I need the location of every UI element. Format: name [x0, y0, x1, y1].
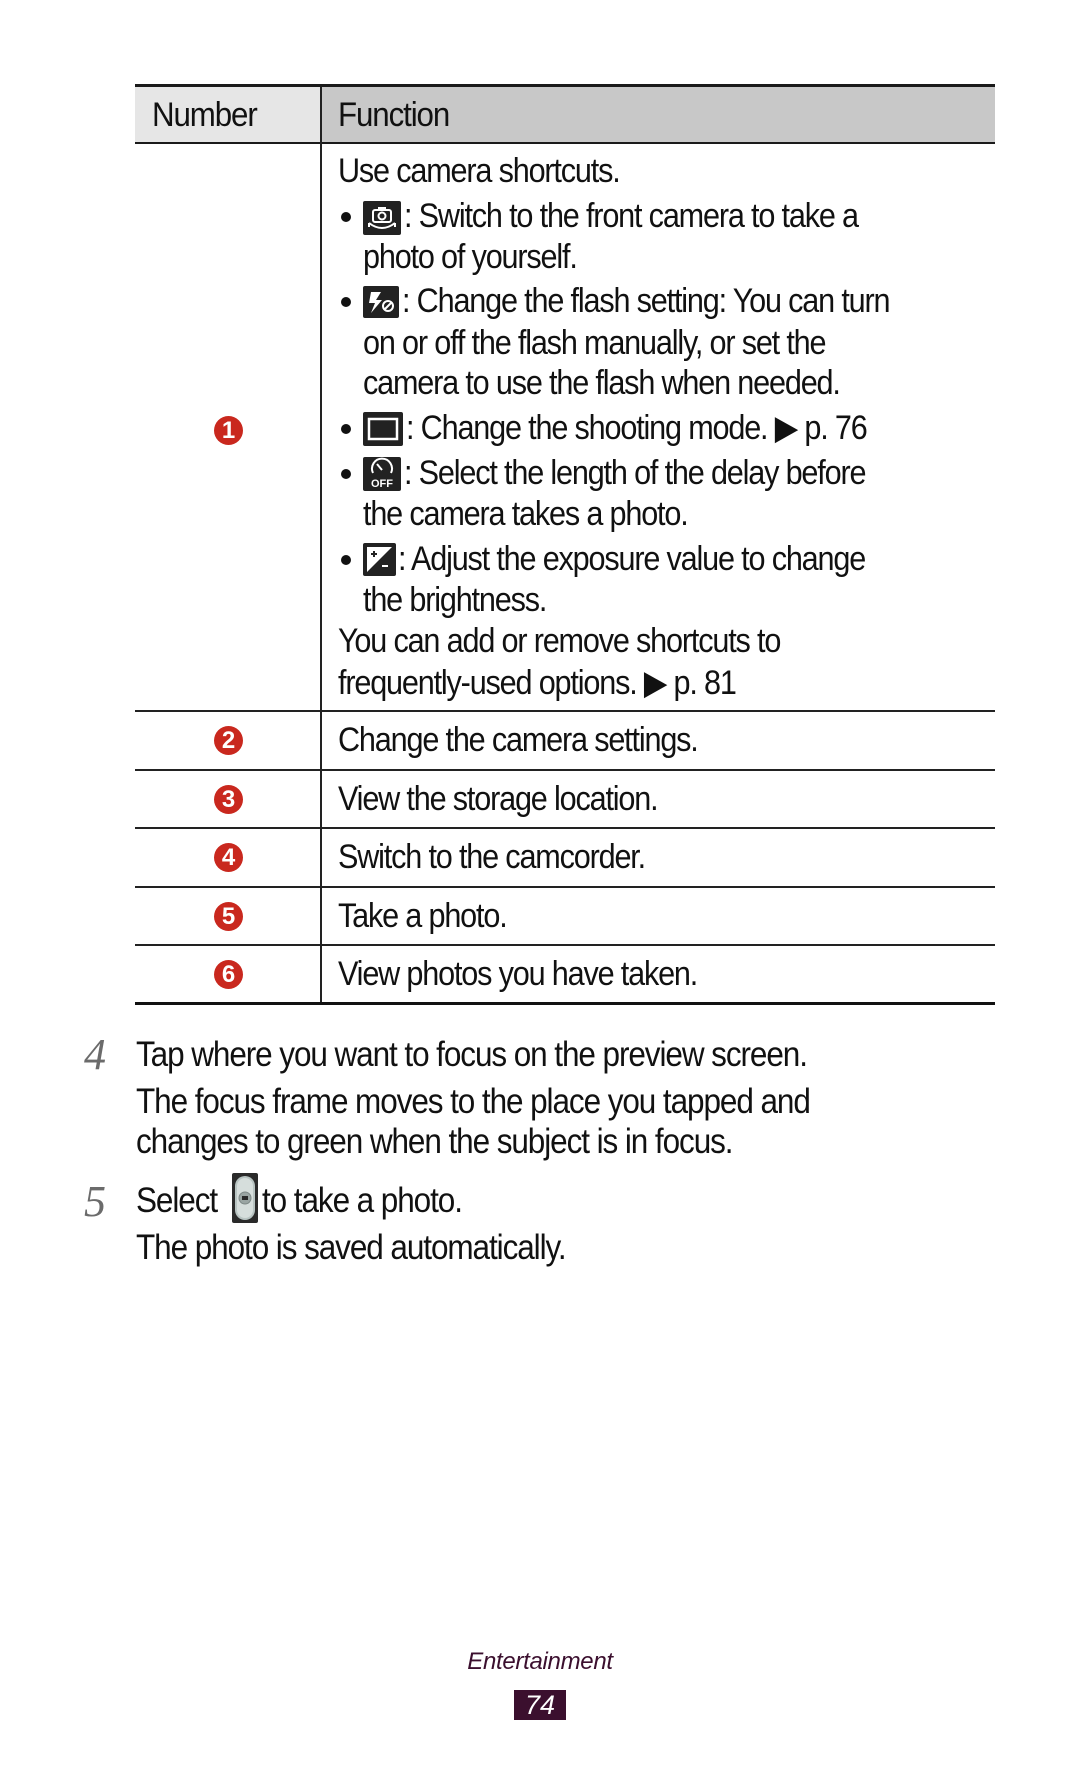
step-text: The photo is saved automatically. — [136, 1228, 567, 1267]
bullet-text: : Adjust the exposure value to change — [398, 540, 866, 578]
header-number-cell: Number — [135, 87, 320, 144]
row-rule — [135, 827, 995, 829]
number-badge: 4 — [214, 843, 243, 872]
function-text: View the storage location. — [338, 780, 659, 818]
header-function-label: Function — [338, 96, 450, 134]
table-bottom-rule — [135, 1002, 995, 1005]
bullet-text: : Change the flash setting: You can turn — [402, 282, 891, 320]
bullet — [341, 212, 351, 222]
row-intro: Use camera shortcuts. — [338, 152, 621, 190]
number-badge: 5 — [214, 902, 243, 931]
function-text: Take a photo. — [338, 897, 508, 935]
step-text: Select — [136, 1181, 218, 1220]
section-title: Entertainment — [467, 1648, 613, 1675]
row-outro: You can add or remove shortcuts to — [338, 622, 781, 660]
bullet — [341, 555, 351, 565]
shooting-mode-icon — [363, 412, 403, 446]
bullet-text: the brightness. — [363, 581, 547, 619]
bullet-text: : Switch to the front camera to take a — [404, 197, 859, 235]
bullet-text: camera to use the flash when needed. — [363, 364, 841, 402]
bullet — [341, 469, 351, 479]
page-number: 74 — [514, 1690, 566, 1720]
function-text: View photos you have taken. — [338, 955, 698, 993]
row-rule — [135, 886, 995, 888]
bullet — [341, 424, 351, 434]
table-header: Number Function — [135, 87, 995, 144]
row-rule — [135, 769, 995, 771]
step-text: changes to green when the subject is in … — [136, 1122, 734, 1161]
row-rule — [135, 710, 995, 712]
timer-off-icon: OFF — [363, 457, 401, 491]
step-number: 5 — [84, 1177, 106, 1226]
row-outro: frequently-used options. ▶ p. 81 — [338, 664, 737, 702]
column-divider — [320, 87, 322, 1004]
header-number-label: Number — [152, 96, 258, 134]
bullet-text: on or off the flash manually, or set the — [363, 324, 827, 362]
bullet-text: photo of yourself. — [363, 238, 578, 276]
row-rule — [135, 944, 995, 946]
function-text: Change the camera settings. — [338, 721, 699, 759]
manual-page: Number Function 1 Use camera shortcuts. … — [0, 0, 1080, 1771]
svg-text:OFF: OFF — [371, 478, 393, 490]
step-text: to take a photo. — [262, 1181, 463, 1220]
step-number: 4 — [84, 1030, 106, 1079]
number-badge: 6 — [214, 960, 243, 989]
bullet — [341, 297, 351, 307]
flash-off-icon — [363, 286, 399, 318]
number-badge: 3 — [214, 785, 243, 814]
bullet-text: : Select the length of the delay before — [404, 454, 866, 492]
step-text: The focus frame moves to the place you t… — [136, 1082, 811, 1121]
header-rule — [135, 142, 995, 144]
function-text: Switch to the camcorder. — [338, 838, 646, 876]
bullet-text: the camera takes a photo. — [363, 495, 689, 533]
exposure-icon — [363, 543, 396, 576]
header-function-cell: Function — [320, 87, 995, 144]
switch-camera-icon — [363, 201, 401, 235]
number-badge: 2 — [214, 726, 243, 755]
number-badge: 1 — [214, 416, 243, 445]
step-text: Tap where you want to focus on the previ… — [136, 1035, 808, 1074]
bullet-text: : Change the shooting mode. ▶ p. 76 — [406, 409, 868, 447]
shutter-button-icon — [232, 1173, 258, 1223]
